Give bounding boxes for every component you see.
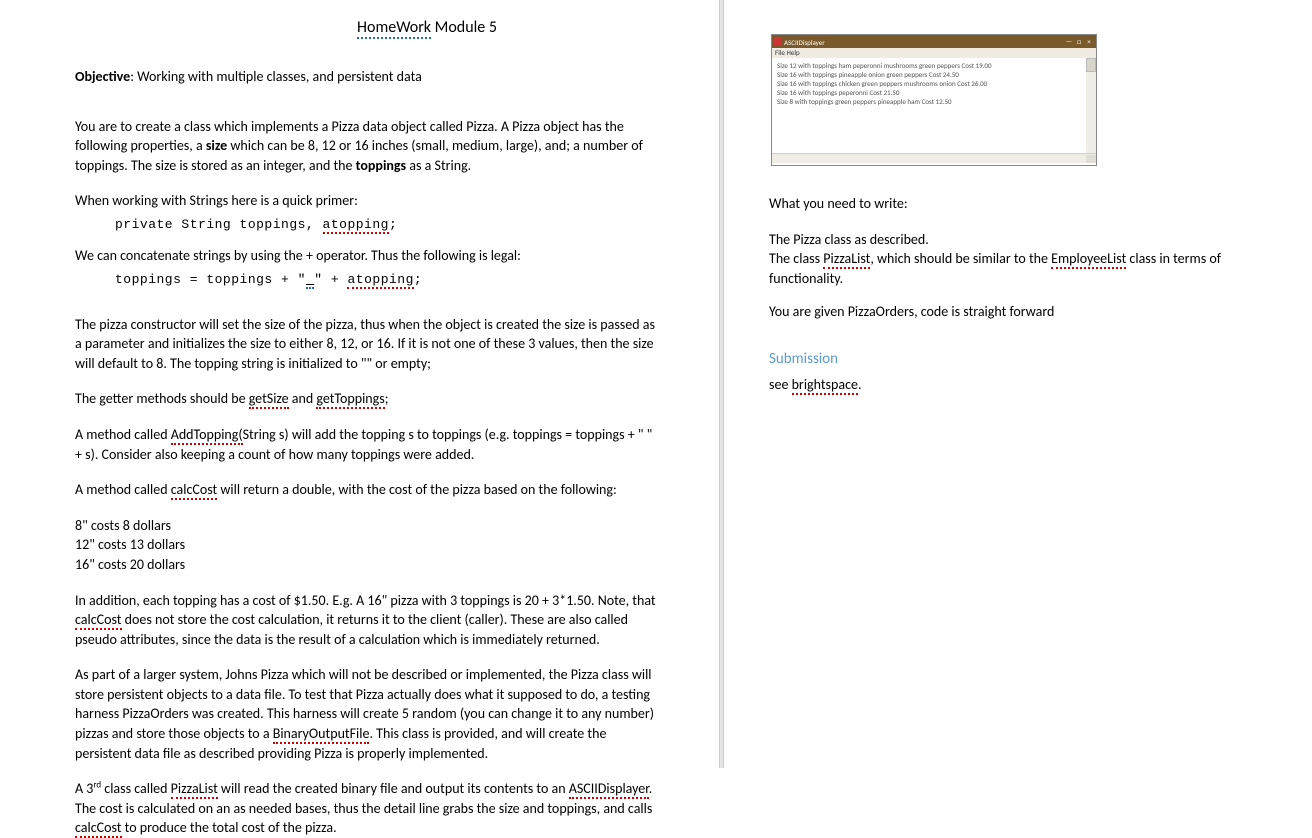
- embed-statusbar: [772, 153, 1096, 163]
- cost-item: 16" costs 20 dollars: [75, 555, 659, 575]
- write-item: You are given PizzaOrders, code is strai…: [769, 302, 1297, 322]
- window-controls: —□×: [1064, 37, 1094, 46]
- write-item: The class PizzaList, which should be sim…: [769, 249, 1297, 288]
- para-intro: You are to create a class which implemen…: [75, 117, 659, 176]
- app-icon: [774, 37, 782, 45]
- scrollbar-down: [1086, 155, 1096, 163]
- maximize-icon: □: [1074, 37, 1084, 46]
- para-pizzalist: A 3rd class called PizzaList will read t…: [75, 779, 659, 838]
- embed-title: ASCIIDisplayer: [784, 38, 825, 47]
- submission-heading: Submission: [769, 348, 1297, 371]
- para-larger-system: As part of a larger system, Johns Pizza …: [75, 665, 659, 763]
- para-getters: The getter methods should be getSize and…: [75, 389, 659, 409]
- objective-label: Objective: [75, 68, 130, 85]
- code-line-2: toppings = toppings + " " + atopping;: [115, 272, 659, 287]
- para-primer: When working with Strings here is a quic…: [75, 191, 659, 211]
- write-item: The Pizza class as described.: [769, 230, 1297, 250]
- embed-titlebar: ASCIIDisplayer —□×: [772, 35, 1096, 48]
- output-line: Size 16 with toppings chicken green pepp…: [777, 79, 1081, 88]
- page-right: ASCIIDisplayer —□× File Help Size 12 wit…: [724, 0, 1312, 768]
- cost-list: 8" costs 8 dollars 12" costs 13 dollars …: [75, 516, 659, 575]
- output-line: Size 8 with toppings green peppers pinea…: [777, 97, 1081, 106]
- embedded-screenshot: ASCIIDisplayer —□× File Help Size 12 wit…: [771, 34, 1097, 166]
- embed-menubar: File Help: [772, 48, 1096, 58]
- para-calccost: A method called calcCost will return a d…: [75, 480, 659, 500]
- right-content: What you need to write: The Pizza class …: [769, 194, 1297, 395]
- submission-text: see brightspace.: [769, 374, 1297, 395]
- scrollbar-thumb: [1086, 58, 1096, 72]
- title-word: HomeWork: [357, 18, 431, 39]
- para-topping-cost: In addition, each topping has a cost of …: [75, 591, 659, 650]
- para-constructor: The pizza constructor will set the size …: [75, 315, 659, 374]
- cost-item: 12" costs 13 dollars: [75, 535, 659, 555]
- output-line: Size 12 with toppings ham peperonni mush…: [777, 61, 1081, 70]
- close-icon: ×: [1084, 37, 1094, 46]
- minimize-icon: —: [1064, 37, 1074, 46]
- para-addtopping: A method called AddTopping(String s) wil…: [75, 425, 659, 464]
- page-left: HomeWork Module 5 Objective: Working wit…: [0, 0, 719, 768]
- document-title: HomeWork Module 5: [195, 18, 659, 37]
- objective-text: : Working with multiple classes, and per…: [130, 68, 422, 85]
- code-line-1: private String toppings, atopping;: [115, 217, 659, 232]
- write-heading: What you need to write:: [769, 194, 1297, 214]
- cost-item: 8" costs 8 dollars: [75, 516, 659, 536]
- para-concat: We can concatenate strings by using the …: [75, 246, 659, 266]
- title-rest: Module 5: [431, 18, 497, 37]
- output-line: Size 16 with toppings pineapple onion gr…: [777, 70, 1081, 79]
- embed-content: Size 12 with toppings ham peperonni mush…: [772, 58, 1096, 153]
- objective: Objective: Working with multiple classes…: [75, 67, 659, 87]
- output-line: Size 16 with toppings peperonni Cost 21.…: [777, 88, 1081, 97]
